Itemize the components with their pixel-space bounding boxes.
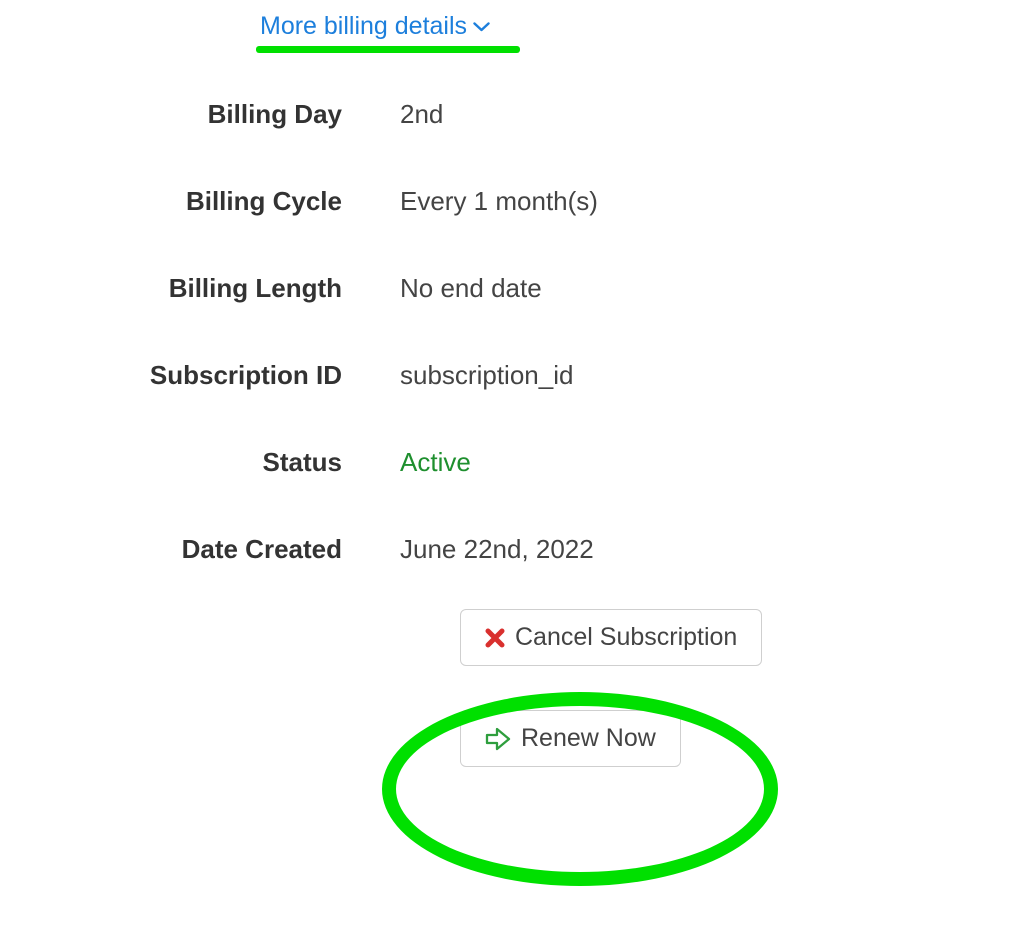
value-subscription-id: subscription_id	[400, 360, 573, 391]
value-status: Active	[400, 447, 471, 478]
label-billing-cycle: Billing Cycle	[0, 186, 400, 217]
label-billing-day: Billing Day	[0, 99, 400, 130]
annotation-underline	[256, 46, 520, 53]
more-billing-details-wrap: More billing details	[260, 10, 490, 43]
row-billing-day: Billing Day 2nd	[0, 99, 800, 130]
chevron-down-icon	[473, 21, 490, 33]
label-billing-length: Billing Length	[0, 273, 400, 304]
cancel-subscription-button[interactable]: Cancel Subscription	[460, 609, 762, 666]
renew-button-row: Renew Now	[460, 710, 800, 767]
renew-now-label: Renew Now	[521, 724, 656, 753]
label-subscription-id: Subscription ID	[0, 360, 400, 391]
row-billing-cycle: Billing Cycle Every 1 month(s)	[0, 186, 800, 217]
row-status: Status Active	[0, 447, 800, 478]
label-date-created: Date Created	[0, 534, 400, 565]
more-billing-details-link[interactable]: More billing details	[260, 12, 490, 43]
value-billing-cycle: Every 1 month(s)	[400, 186, 598, 217]
row-subscription-id: Subscription ID subscription_id	[0, 360, 800, 391]
cancel-subscription-label: Cancel Subscription	[515, 623, 737, 652]
row-date-created: Date Created June 22nd, 2022	[0, 534, 800, 565]
cancel-button-row: Cancel Subscription	[460, 609, 800, 666]
value-date-created: June 22nd, 2022	[400, 534, 594, 565]
label-status: Status	[0, 447, 400, 478]
row-billing-length: Billing Length No end date	[0, 273, 800, 304]
value-billing-day: 2nd	[400, 99, 443, 130]
more-billing-details-label: More billing details	[260, 12, 467, 41]
value-billing-length: No end date	[400, 273, 542, 304]
cancel-icon	[485, 628, 505, 648]
renew-now-button[interactable]: Renew Now	[460, 710, 681, 767]
billing-details-panel: More billing details Billing Day 2nd Bil…	[0, 10, 800, 767]
arrow-right-icon	[485, 727, 511, 751]
